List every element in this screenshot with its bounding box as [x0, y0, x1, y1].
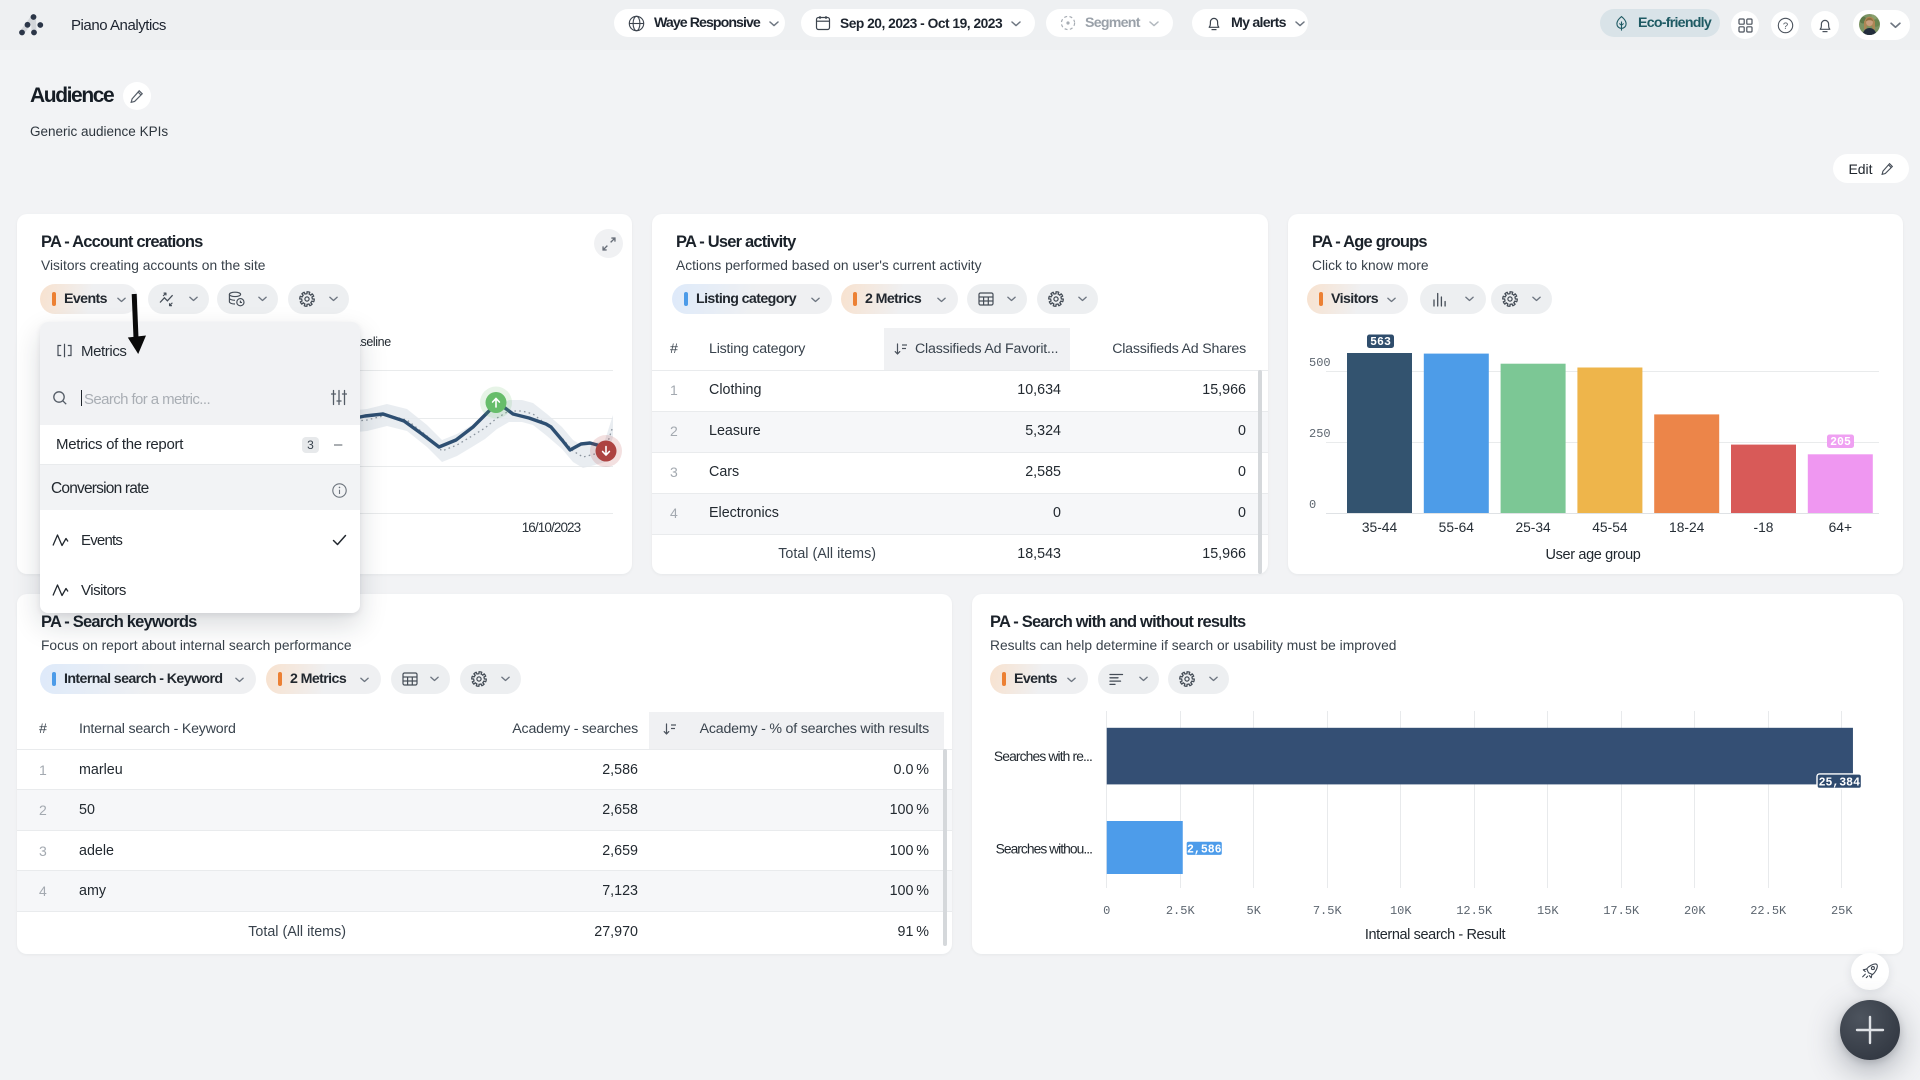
- svg-text:25,384: 25,384: [1819, 776, 1861, 789]
- svg-text:45-54: 45-54: [1592, 520, 1628, 535]
- svg-text:25K: 25K: [1831, 904, 1853, 918]
- svg-text:64+: 64+: [1829, 520, 1852, 535]
- svg-text:Searches with re...: Searches with re...: [994, 749, 1092, 764]
- svg-text:250: 250: [1309, 427, 1331, 441]
- svg-text:15K: 15K: [1537, 904, 1559, 918]
- svg-text:17.5K: 17.5K: [1603, 904, 1640, 918]
- svg-text:User age group: User age group: [1545, 547, 1640, 563]
- svg-text:55-64: 55-64: [1439, 520, 1475, 535]
- svg-text:205: 205: [1830, 436, 1851, 449]
- svg-text:0: 0: [1103, 904, 1110, 918]
- svg-text:18-24: 18-24: [1669, 520, 1705, 535]
- svg-text:?: ?: [1782, 20, 1787, 31]
- svg-text:2.5K: 2.5K: [1166, 904, 1196, 918]
- svg-text:16/10/2023: 16/10/2023: [522, 520, 581, 535]
- svg-text:0: 0: [1309, 498, 1316, 512]
- svg-text:22.5K: 22.5K: [1750, 904, 1787, 918]
- svg-text:12.5K: 12.5K: [1456, 904, 1493, 918]
- svg-text:10K: 10K: [1390, 904, 1412, 918]
- svg-text:7.5K: 7.5K: [1313, 904, 1343, 918]
- svg-text:20K: 20K: [1684, 904, 1706, 918]
- svg-text:500: 500: [1309, 356, 1331, 370]
- svg-text:35-44: 35-44: [1362, 520, 1398, 535]
- svg-text:Internal search - Result: Internal search - Result: [1365, 927, 1506, 943]
- svg-text:2,586: 2,586: [1187, 843, 1222, 856]
- svg-text:25-34: 25-34: [1515, 520, 1551, 535]
- svg-text:Searches withou...: Searches withou...: [996, 842, 1093, 857]
- svg-text:5K: 5K: [1247, 904, 1262, 918]
- svg-text:-18: -18: [1754, 520, 1774, 535]
- svg-text:563: 563: [1370, 336, 1391, 349]
